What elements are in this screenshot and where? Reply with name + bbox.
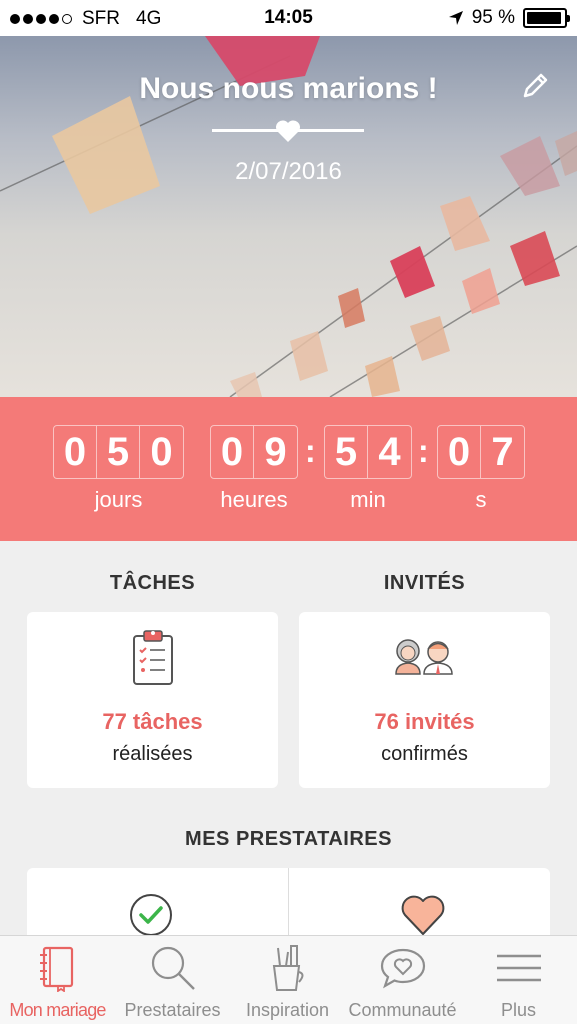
days-digit: 0 xyxy=(150,429,173,474)
location-arrow-icon xyxy=(448,11,463,25)
couple-icon xyxy=(395,639,453,675)
colon-separator: : xyxy=(305,433,316,469)
guests-card[interactable]: 76 invités confirmés xyxy=(299,612,550,788)
colon-separator: : xyxy=(418,433,429,469)
wedding-date: 2/07/2016 xyxy=(235,158,342,185)
seconds-label: s xyxy=(475,487,487,512)
wedding-title: Nous nous marions ! xyxy=(139,72,438,105)
tab-bar: Mon mariage Prestataires Inspiration Com… xyxy=(0,935,577,1024)
hero-banner: Nous nous marions ! 2/07/2016 xyxy=(0,36,577,397)
days-label: jours xyxy=(94,487,143,512)
search-icon xyxy=(151,946,195,990)
menu-icon xyxy=(496,954,541,982)
battery-fill xyxy=(527,12,562,24)
countdown-seconds: 0 7 xyxy=(437,425,525,479)
countdown-days: 0 5 0 xyxy=(53,425,184,479)
tasks-count: 77 tâches xyxy=(102,709,203,734)
guests-section-title: INVITÉS xyxy=(383,572,466,594)
pencil-icon[interactable] xyxy=(519,70,551,102)
tab-label: Prestataires xyxy=(124,1000,221,1020)
minutes-digit: 4 xyxy=(378,429,401,474)
tab-label: Inspiration xyxy=(245,1000,330,1020)
tasks-card[interactable]: 77 tâches réalisées xyxy=(27,612,278,788)
seconds-digit: 7 xyxy=(491,429,514,474)
chat-heart-icon xyxy=(380,948,425,989)
countdown-hours: 0 9 xyxy=(210,425,298,479)
minutes-digit: 5 xyxy=(325,426,368,478)
hours-label: heures xyxy=(220,487,288,512)
minutes-label: min xyxy=(350,487,386,512)
check-circle-icon xyxy=(130,894,172,936)
status-bar-right: 95 % xyxy=(448,7,570,29)
hours-digit: 9 xyxy=(264,429,287,474)
countdown-panel: 0 5 0 0 9 : 5 4 : 0 7 jours heures min s xyxy=(0,397,577,541)
seconds-digit: 0 xyxy=(438,426,481,478)
tasks-section-title: TÂCHES xyxy=(109,572,196,594)
tab-label: Communauté xyxy=(348,1000,457,1020)
tab-mon-mariage[interactable]: Mon mariage xyxy=(0,936,115,1024)
hours-digit: 0 xyxy=(211,426,254,478)
tab-label: Mon mariage xyxy=(9,1000,106,1020)
tab-inspiration[interactable]: Inspiration xyxy=(230,936,345,1024)
heart-icon xyxy=(401,895,445,935)
tab-prestataires[interactable]: Prestataires xyxy=(115,936,230,1024)
status-bar: SFR 4G 14:05 95 % xyxy=(0,0,577,36)
pencil-cup-icon xyxy=(272,945,303,991)
tasks-status: réalisées xyxy=(112,743,193,765)
notebook-icon xyxy=(39,946,73,992)
battery-icon xyxy=(523,8,570,28)
tab-communaute[interactable]: Communauté xyxy=(345,936,460,1024)
guests-status: confirmés xyxy=(381,743,468,765)
countdown-minutes: 5 4 xyxy=(324,425,412,479)
tab-label: Plus xyxy=(500,1000,537,1020)
days-digit: 5 xyxy=(97,426,140,478)
heart-icon xyxy=(275,120,301,142)
days-digit: 0 xyxy=(54,426,97,478)
battery-percent: 95 % xyxy=(471,7,515,28)
providers-section-title: MES PRESTATAIRES xyxy=(185,828,392,850)
guests-count: 76 invités xyxy=(374,709,475,734)
tab-plus[interactable]: Plus xyxy=(460,936,577,1024)
clipboard-icon xyxy=(133,630,173,685)
